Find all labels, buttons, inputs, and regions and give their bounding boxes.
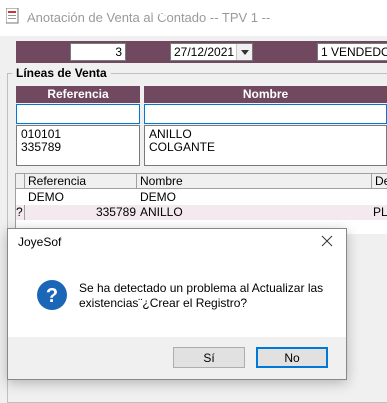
dialog-footer: Sí No <box>8 337 346 379</box>
no-button[interactable]: No <box>256 347 328 368</box>
grid-col-nombre[interactable]: Nombre <box>137 174 372 189</box>
table-cell[interactable]: DEMO <box>140 190 370 205</box>
numero-field[interactable]: 3 <box>70 43 126 61</box>
fecha-dropdown-icon[interactable] <box>236 44 252 60</box>
list-item[interactable]: COLGANTE <box>149 141 382 154</box>
fecha-label: Fecha <box>131 4 166 18</box>
vendedor-field[interactable]: 1 VENDEDOF <box>317 43 387 61</box>
nombre-search-input[interactable] <box>144 104 387 124</box>
dialog-message: Se ha detectado un problema al Actualiza… <box>79 281 324 310</box>
col-header-referencia: Referencia <box>16 86 140 103</box>
numero-label: Número <box>23 4 69 18</box>
vendedor-label: Vendedor <box>260 4 315 18</box>
referencia-search-input[interactable] <box>16 104 140 124</box>
svg-text:?: ? <box>46 285 58 307</box>
list-item[interactable]: 335789 <box>21 141 135 154</box>
nombre-list[interactable]: ANILLO COLGANTE <box>144 125 387 166</box>
lines-grid[interactable]: Referencia Nombre De DEMO DEMO ? 335789 … <box>15 173 387 234</box>
yes-button[interactable]: Sí <box>173 347 245 368</box>
grid-col-extra[interactable]: De <box>372 174 387 189</box>
table-cell[interactable]: 335789 <box>28 205 136 220</box>
question-icon: ? <box>37 280 67 310</box>
table-cell[interactable]: PLA <box>373 205 387 220</box>
referencia-list[interactable]: 010101 335789 <box>16 125 140 166</box>
lineas-title: Líneas de Venta <box>12 66 111 80</box>
table-cell[interactable]: ANILLO <box>140 205 370 220</box>
row-indicator <box>16 190 25 205</box>
app-icon <box>6 8 19 24</box>
col-header-nombre: Nombre <box>144 86 387 103</box>
row-indicator: ? <box>16 205 25 220</box>
table-cell[interactable]: DEMO <box>28 190 136 205</box>
dialog-title: JoyeSof <box>18 235 62 249</box>
close-icon[interactable] <box>320 234 334 248</box>
message-dialog: JoyeSof ? Se ha detectado un problema al… <box>7 228 347 380</box>
row-indicator-header <box>16 174 25 189</box>
grid-col-referencia[interactable]: Referencia <box>25 174 137 189</box>
